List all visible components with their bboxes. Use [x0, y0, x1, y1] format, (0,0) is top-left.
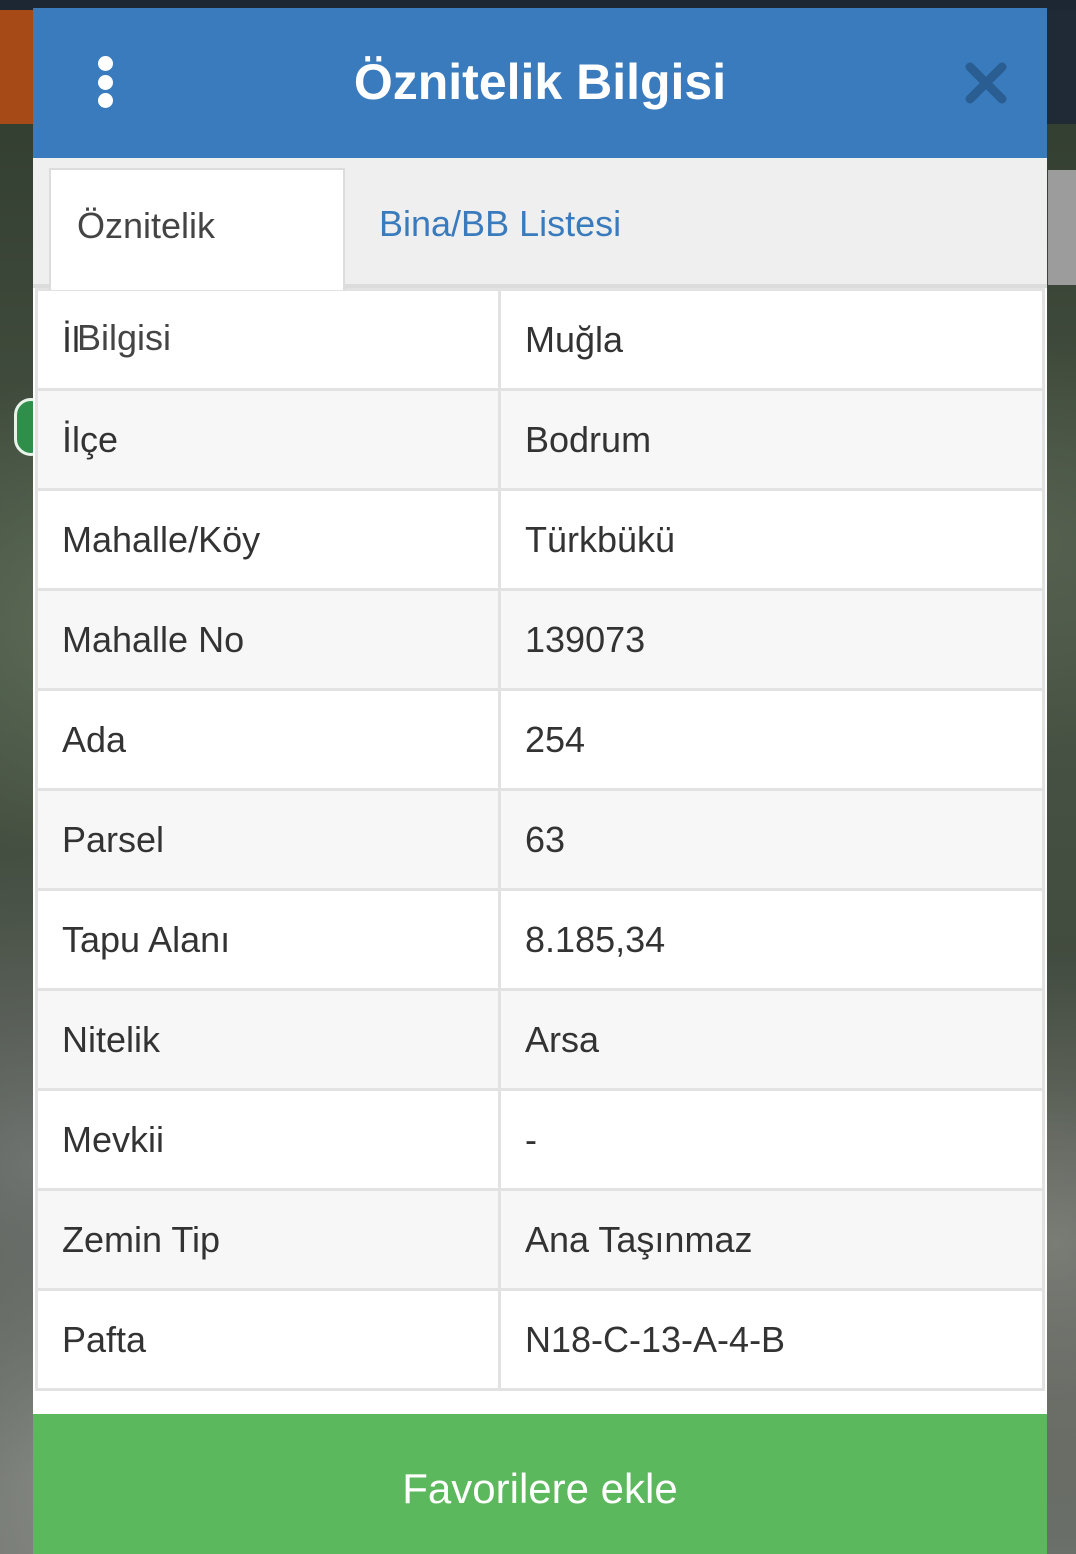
table-row: Mahalle No 139073 [35, 588, 1045, 691]
attribute-value: N18-C-13-A-4-B [498, 1288, 1045, 1391]
tab-bar: Öznitelik Bilgisi Bina/BB Listesi [33, 158, 1047, 358]
table-row: Mahalle/Köy Türkbükü [35, 488, 1045, 591]
tab-building-list[interactable]: Bina/BB Listesi [353, 168, 647, 288]
attribute-table: İl Muğla İlçe Bodrum Mahalle/Köy Türkbükü Maha… [35, 288, 1045, 1391]
table-row: Ada 254 [35, 688, 1045, 791]
attribute-value: 63 [498, 788, 1045, 891]
table-row: Nitelik Arsa [35, 988, 1045, 1091]
attribute-key: Mahalle No [35, 588, 501, 691]
map-side-control[interactable] [1048, 170, 1076, 285]
attribute-key: Mahalle/Köy [35, 488, 501, 591]
attribute-value: 139073 [498, 588, 1045, 691]
attribute-value: 254 [498, 688, 1045, 791]
attribute-dialog: Öznitelik Bilgisi Öznitelik Bilgisi Bina… [33, 8, 1047, 1554]
attribute-key: Parsel [35, 788, 501, 891]
attribute-key: İlçe [35, 388, 501, 491]
table-row: Zemin Tip Ana Taşınmaz [35, 1188, 1045, 1291]
attribute-key: Nitelik [35, 988, 501, 1091]
table-row: Tapu Alanı 8.185,34 [35, 888, 1045, 991]
tab-attribute-info[interactable]: Öznitelik Bilgisi [49, 168, 345, 358]
table-row: Mevkii - [35, 1088, 1045, 1191]
attribute-value: Muğla [498, 288, 1045, 391]
attribute-value: Bodrum [498, 388, 1045, 491]
attribute-key: Tapu Alanı [35, 888, 501, 991]
attribute-value: 8.185,34 [498, 888, 1045, 991]
table-row: Parsel 63 [35, 788, 1045, 891]
table-row: Pafta N18-C-13-A-4-B [35, 1288, 1045, 1391]
close-icon[interactable] [963, 60, 1009, 106]
attribute-value: Türkbükü [498, 488, 1045, 591]
attribute-key: Pafta [35, 1288, 501, 1391]
dialog-header: Öznitelik Bilgisi [33, 8, 1047, 158]
table-row: İl Muğla [35, 288, 1045, 391]
attribute-value: Ana Taşınmaz [498, 1188, 1045, 1291]
add-to-favorites-button[interactable]: Favorilere ekle [33, 1414, 1047, 1554]
attribute-value: - [498, 1088, 1045, 1191]
attribute-key: Mevkii [35, 1088, 501, 1191]
table-row: İlçe Bodrum [35, 388, 1045, 491]
attribute-key: Zemin Tip [35, 1188, 501, 1291]
attribute-value: Arsa [498, 988, 1045, 1091]
attribute-key: Ada [35, 688, 501, 791]
dialog-title: Öznitelik Bilgisi [353, 54, 727, 110]
